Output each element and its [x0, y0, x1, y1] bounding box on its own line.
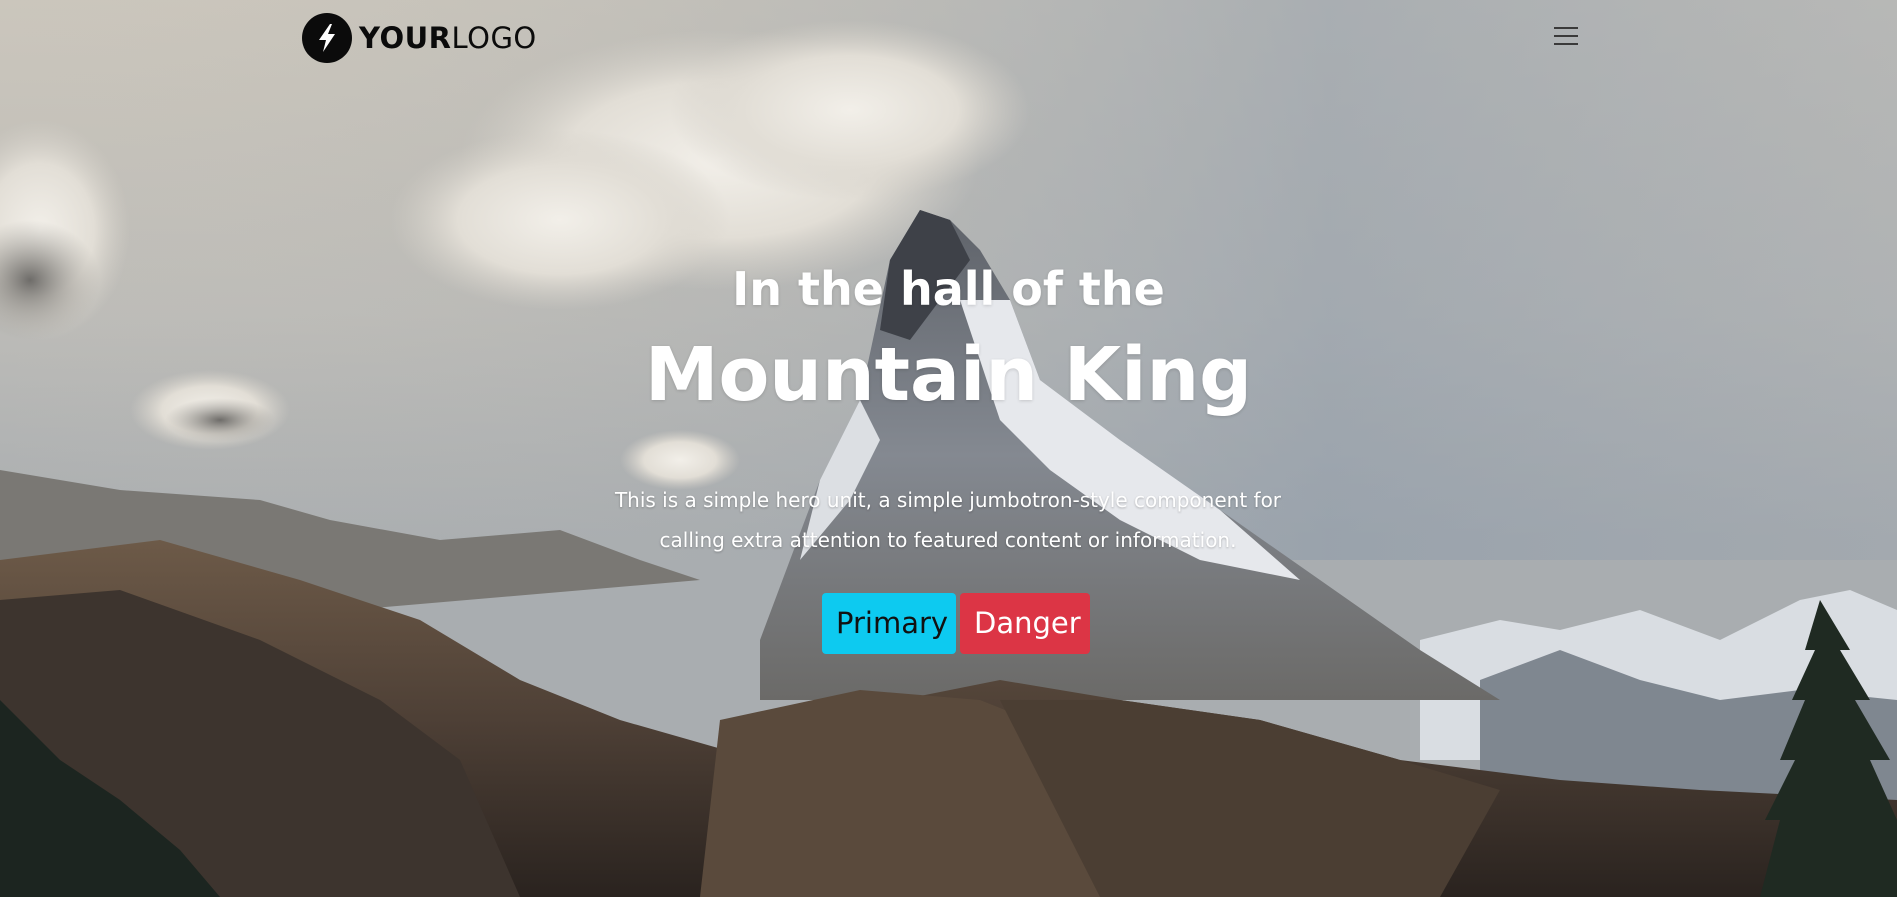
hero-lead-text: This is a simple hero unit, a simple jum… [558, 480, 1338, 560]
hero-title: Mountain King [644, 332, 1253, 418]
hero-lead-line-2: calling extra attention to featured cont… [659, 528, 1237, 552]
mountain-background-image [0, 0, 1897, 897]
menu-line-top [1554, 27, 1578, 29]
logo-text-light: LOGO [451, 21, 537, 55]
hero-lead-line-1: This is a simple hero unit, a simple jum… [614, 488, 1282, 512]
hero-section: YOUR LOGO In the hall of the Mountain Ki… [0, 0, 1897, 897]
logo-text-bold: YOUR [359, 21, 452, 55]
menu-line-bottom [1554, 43, 1578, 45]
danger-button[interactable]: Danger [960, 593, 1090, 654]
hero-pre-title: In the hall of the [732, 262, 1165, 316]
menu-line-middle [1554, 35, 1578, 37]
lightning-bolt-icon [302, 13, 352, 63]
hamburger-menu-icon[interactable] [1554, 24, 1582, 48]
brand-logo[interactable]: YOUR LOGO [302, 13, 537, 63]
navbar: YOUR LOGO [0, 0, 1897, 80]
primary-button[interactable]: Primary [822, 593, 956, 654]
